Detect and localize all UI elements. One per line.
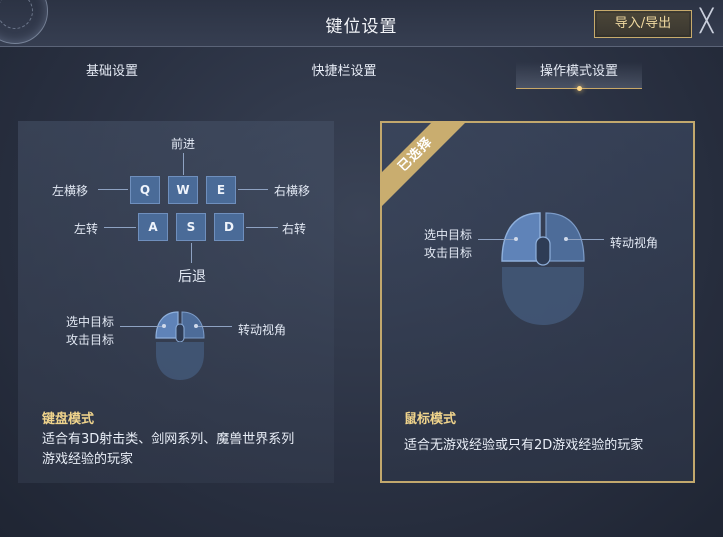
mouse-mode-title: 鼠标模式	[404, 412, 457, 427]
turn-right-label: 右转	[282, 222, 307, 236]
select-target-label: 选中目标	[424, 228, 473, 242]
forward-label: 前进	[171, 137, 196, 151]
connector-line	[120, 326, 164, 327]
connector-line	[191, 243, 192, 263]
connector-line	[568, 239, 604, 240]
active-tab-indicator	[577, 86, 582, 91]
connector-dot	[514, 237, 518, 241]
mouse-icon	[155, 311, 205, 380]
rotate-view-label: 转动视角	[238, 323, 287, 337]
select-target-label: 选中目标	[66, 315, 115, 329]
tab-label: 基础设置	[85, 64, 138, 79]
tab-label: 操作模式设置	[539, 64, 618, 79]
connector-dot	[194, 324, 198, 328]
turn-left-label: 左转	[74, 222, 99, 236]
selected-ribbon: 已选择	[380, 121, 470, 211]
tab-label: 快捷栏设置	[311, 64, 377, 79]
tab-control-mode-settings[interactable]: 操作模式设置	[516, 62, 642, 91]
tab-hotbar-settings[interactable]: 快捷栏设置	[296, 62, 392, 88]
key-a: A	[138, 213, 168, 241]
connector-line	[478, 239, 516, 240]
mouse-icon	[501, 212, 585, 325]
connector-line	[238, 189, 268, 190]
keyboard-mode-description-line1: 适合有3D射击类、剑网系列、魔兽世界系列	[42, 432, 295, 447]
key-s: S	[176, 213, 206, 241]
key-e: E	[206, 176, 236, 204]
connector-line	[183, 153, 184, 175]
keyboard-mode-description-line2: 游戏经验的玩家	[42, 452, 134, 467]
connector-line	[246, 227, 278, 228]
keyboard-mode-title: 键盘模式	[42, 412, 95, 427]
key-d: D	[214, 213, 244, 241]
keyboard-mode-card[interactable]: 前进 Q W E 左横移 右横移 A S D 左转 右转 后退 选中目标 攻击目…	[18, 121, 334, 483]
tab-basic-settings[interactable]: 基础设置	[72, 62, 152, 88]
key-q: Q	[130, 176, 160, 204]
connector-line	[196, 326, 232, 327]
rotate-view-label: 转动视角	[610, 236, 659, 250]
selected-badge: 已选择	[380, 121, 470, 211]
connector-dot	[162, 324, 166, 328]
connector-line	[98, 189, 128, 190]
mouse-mode-description: 适合无游戏经验或只有2D游戏经验的玩家	[404, 438, 644, 453]
strafe-right-label: 右横移	[274, 184, 311, 198]
strafe-left-label: 左横移	[52, 184, 89, 198]
connector-line	[104, 227, 136, 228]
mouse-mode-card[interactable]: 已选择 选中目标 攻击目标 转动视角 鼠标模式 适合无游戏经验或只有2D游戏经验…	[380, 121, 695, 483]
attack-target-label: 攻击目标	[424, 246, 473, 260]
import-export-button[interactable]: 导入/导出	[594, 10, 692, 38]
attack-target-label: 攻击目标	[66, 333, 115, 347]
backward-label: 后退	[178, 269, 206, 285]
key-w: W	[168, 176, 198, 204]
close-icon[interactable]: ╳	[700, 10, 723, 36]
